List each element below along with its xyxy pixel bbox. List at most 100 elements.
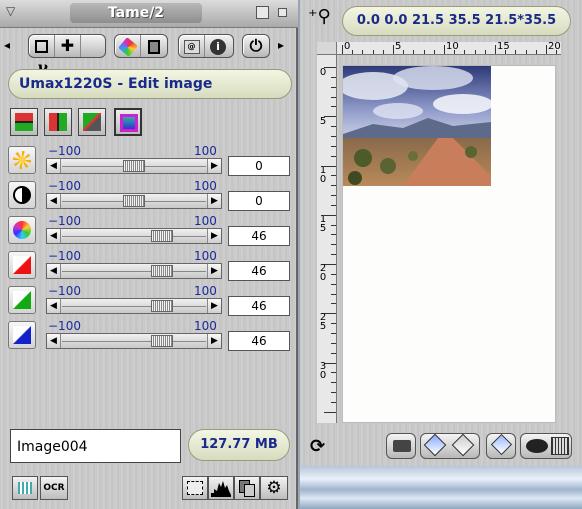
histogram-button[interactable] [208, 476, 234, 500]
brush-button[interactable] [115, 35, 141, 57]
slider-track [62, 306, 206, 307]
zoom-icon[interactable]: ⁺⚲ [308, 6, 331, 27]
slider-left-arrow-icon[interactable]: ◀ [47, 299, 61, 313]
red-slider[interactable]: ◀ ▶ [46, 263, 222, 279]
view-button[interactable] [520, 433, 572, 459]
contrast-icon [13, 186, 31, 204]
copy-button[interactable] [234, 476, 260, 500]
lock-button[interactable] [141, 35, 167, 57]
collapse-icon[interactable]: ▽ [6, 4, 19, 18]
scanned-image-preview[interactable] [343, 66, 491, 186]
refresh-icon[interactable]: ⟳ [310, 436, 325, 457]
slider-right-arrow-icon[interactable]: ▶ [207, 229, 221, 243]
slider-right-arrow-icon[interactable]: ▶ [207, 334, 221, 348]
preview-canvas[interactable] [342, 65, 556, 423]
slider-left-arrow-icon[interactable]: ◀ [47, 159, 61, 173]
power-button[interactable]: ⏻ [243, 35, 269, 57]
histogram-icon [211, 481, 231, 497]
slider-right-arrow-icon[interactable]: ▶ [207, 264, 221, 278]
blue-adjust-button[interactable] [8, 321, 36, 349]
mode-horizontal-button[interactable] [10, 108, 38, 136]
saturation-adjust-button[interactable] [8, 216, 36, 244]
image-name-field[interactable]: Image004 [10, 429, 181, 463]
blue-icon [13, 326, 31, 344]
selection-button[interactable] [182, 476, 208, 500]
mode-diagonal-button[interactable] [78, 108, 106, 136]
brightness-adjust-button[interactable] [8, 146, 36, 174]
mirror-horizontal-icon [15, 113, 33, 131]
ruler-tick [331, 323, 336, 325]
arrow-left-icon[interactable]: ◂ [4, 38, 10, 52]
green-adjust-button[interactable] [8, 286, 36, 314]
grid-icon [18, 482, 32, 494]
settings-button[interactable]: ⚙ [260, 476, 288, 500]
slider-right-arrow-icon[interactable]: ▶ [207, 194, 221, 208]
ruler-tick [331, 303, 336, 305]
blue-value-field[interactable]: 46 [228, 331, 290, 351]
green-slider[interactable]: ◀ ▶ [46, 298, 222, 314]
saturation-icon [13, 221, 31, 239]
ruler-tick [525, 50, 527, 54]
slider-left-arrow-icon[interactable]: ◀ [47, 334, 61, 348]
slider-thumb[interactable] [151, 300, 174, 312]
ruler-tick [331, 234, 336, 236]
brightness-slider[interactable]: ◀ ▶ [46, 158, 222, 174]
slider-thumb[interactable] [151, 230, 174, 242]
print-button[interactable] [386, 433, 416, 459]
rectangle-select-button[interactable] [29, 35, 55, 57]
ocr-button[interactable]: OCR [40, 476, 68, 500]
gear-icon: ⚙ [266, 478, 282, 498]
slider-left-arrow-icon[interactable]: ◀ [47, 194, 61, 208]
desktop-background [300, 466, 582, 509]
fit-button[interactable] [486, 433, 516, 459]
saturation-slider[interactable]: ◀ ▶ [46, 228, 222, 244]
slider-right-arrow-icon[interactable]: ▶ [207, 299, 221, 313]
saturation-value-field[interactable]: 46 [228, 226, 290, 246]
ruler-tick [331, 244, 336, 246]
ruler-tick [546, 45, 547, 54]
blue-slider[interactable]: ◀ ▶ [46, 333, 222, 349]
arrow-right-icon[interactable]: ▸ [278, 38, 284, 52]
info-button[interactable]: i [205, 35, 231, 57]
crosshair-button[interactable]: ✚ [55, 35, 81, 57]
ruler-tick [331, 352, 336, 354]
power-tool-group: ⏻ [242, 34, 270, 58]
at-button[interactable]: @ [179, 35, 205, 57]
ruler-tick [352, 50, 354, 54]
ruler-tick [403, 50, 405, 54]
mode-frame-button[interactable] [114, 108, 142, 136]
ruler-tick [331, 175, 336, 177]
title-bar: ▽ Tame/2 [0, 0, 298, 28]
preview-panel: ⁺⚲ 0.0 0.0 21.5 35.5 21.5*35.5 0 5 10 15 20 … [300, 0, 582, 466]
ruler-left-label: 30 [319, 361, 327, 381]
red-max-label: 100 [194, 249, 217, 263]
resize-icon[interactable] [256, 6, 269, 19]
ruler-tick [535, 50, 537, 54]
contrast-slider[interactable]: ◀ ▶ [46, 193, 222, 209]
slider-thumb[interactable] [151, 335, 174, 347]
green-value-field[interactable]: 46 [228, 296, 290, 316]
ruler-tick [433, 50, 435, 54]
slider-thumb[interactable] [123, 195, 145, 207]
ruler-left-label: 15 [319, 214, 327, 234]
slider-left-arrow-icon[interactable]: ◀ [47, 264, 61, 278]
slider-left-arrow-icon[interactable]: ◀ [47, 229, 61, 243]
slider-thumb[interactable] [123, 160, 145, 172]
preview-scan-icon [423, 433, 447, 457]
slider-right-arrow-icon[interactable]: ▶ [207, 159, 221, 173]
scan-area-button[interactable] [420, 433, 480, 459]
red-value-field[interactable]: 46 [228, 261, 290, 281]
ruler-tick [324, 411, 336, 413]
slider-thumb[interactable] [151, 265, 174, 277]
brightness-value-field[interactable]: 0 [228, 156, 290, 176]
grid-view-button[interactable] [12, 476, 38, 500]
ruler-tick [331, 185, 336, 187]
mode-vertical-button[interactable] [44, 108, 72, 136]
red-adjust-button[interactable] [8, 251, 36, 279]
maximize-icon[interactable] [278, 8, 287, 17]
contrast-value-field[interactable]: 0 [228, 191, 290, 211]
contrast-adjust-button[interactable] [8, 181, 36, 209]
saturation-max-label: 100 [194, 214, 217, 228]
ruler-tick [331, 342, 336, 344]
ruler-tick [331, 372, 336, 374]
